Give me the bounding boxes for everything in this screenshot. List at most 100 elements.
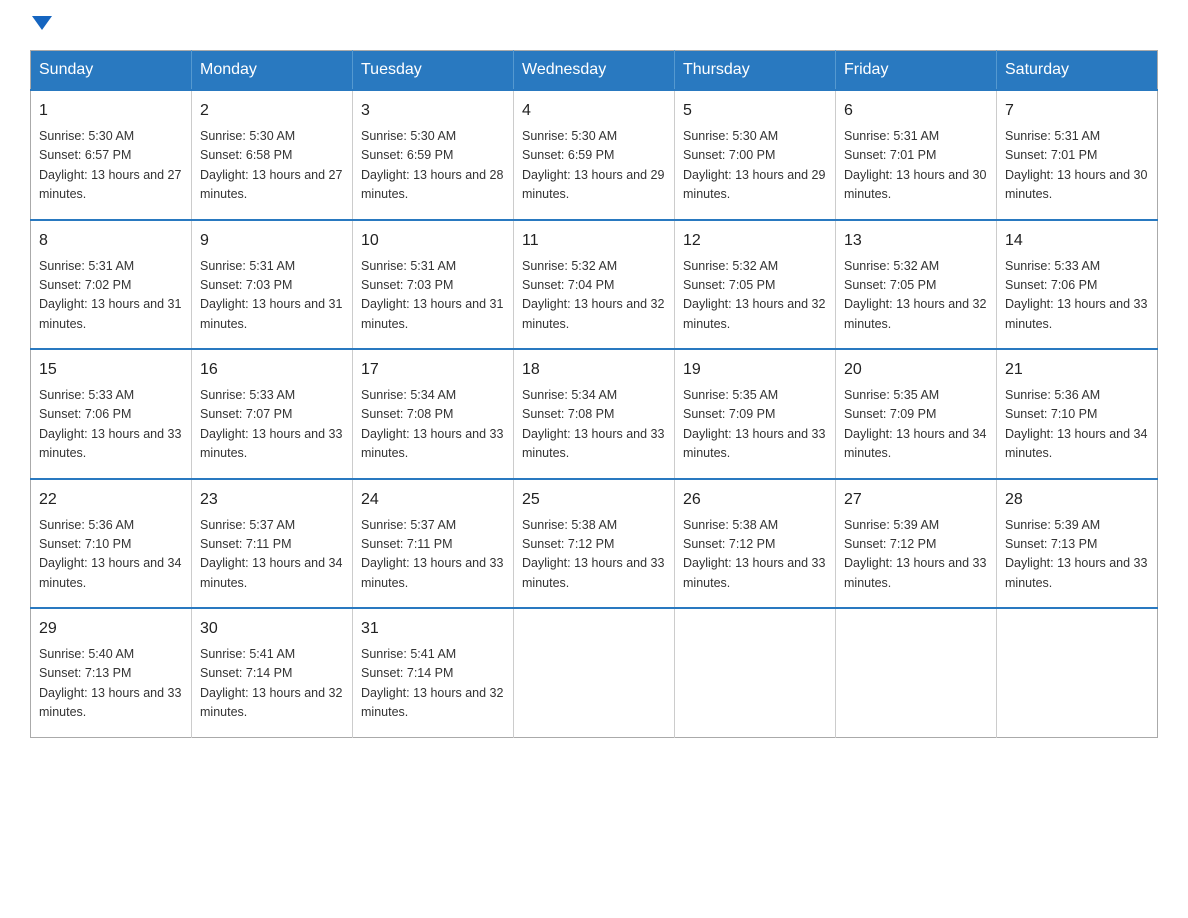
day-info: Sunrise: 5:34 AMSunset: 7:08 PMDaylight:…	[361, 386, 505, 464]
day-info: Sunrise: 5:30 AMSunset: 6:59 PMDaylight:…	[361, 127, 505, 205]
calendar-cell: 26Sunrise: 5:38 AMSunset: 7:12 PMDayligh…	[675, 479, 836, 609]
calendar-header-thursday: Thursday	[675, 51, 836, 91]
day-info: Sunrise: 5:33 AMSunset: 7:07 PMDaylight:…	[200, 386, 344, 464]
day-info: Sunrise: 5:37 AMSunset: 7:11 PMDaylight:…	[200, 516, 344, 594]
calendar-cell: 6 Sunrise: 5:31 AMSunset: 7:01 PMDaylight…	[836, 90, 997, 220]
calendar-header-row: SundayMondayTuesdayWednesdayThursdayFrid…	[31, 51, 1158, 91]
calendar-week-row: 22Sunrise: 5:36 AMSunset: 7:10 PMDayligh…	[31, 479, 1158, 609]
calendar-cell: 23 Sunrise: 5:37 AMSunset: 7:11 PMDayligh…	[192, 479, 353, 609]
calendar-cell: 4 Sunrise: 5:30 AMSunset: 6:59 PMDaylight…	[514, 90, 675, 220]
calendar-cell	[675, 608, 836, 737]
day-info: Sunrise: 5:41 AMSunset: 7:14 PMDaylight:…	[200, 645, 344, 723]
day-number: 15	[39, 358, 183, 382]
day-info: Sunrise: 5:38 AMSunset: 7:12 PMDaylight:…	[683, 516, 827, 594]
day-number: 5	[683, 99, 827, 123]
calendar-cell: 29 Sunrise: 5:40 AMSunset: 7:13 PMDayligh…	[31, 608, 192, 737]
day-number: 29	[39, 617, 183, 641]
calendar-cell	[997, 608, 1158, 737]
calendar-cell	[514, 608, 675, 737]
day-info: Sunrise: 5:40 AMSunset: 7:13 PMDaylight:…	[39, 645, 183, 723]
calendar-week-row: 1Sunrise: 5:30 AMSunset: 6:57 PMDaylight…	[31, 90, 1158, 220]
day-info: Sunrise: 5:30 AMSunset: 7:00 PMDaylight:…	[683, 127, 827, 205]
day-number: 18	[522, 358, 666, 382]
calendar-header-friday: Friday	[836, 51, 997, 91]
day-number: 4	[522, 99, 666, 123]
calendar-cell: 14 Sunrise: 5:33 AMSunset: 7:06 PMDayligh…	[997, 220, 1158, 350]
calendar-cell: 24 Sunrise: 5:37 AMSunset: 7:11 PMDayligh…	[353, 479, 514, 609]
calendar-header-monday: Monday	[192, 51, 353, 91]
calendar-cell: 1Sunrise: 5:30 AMSunset: 6:57 PMDaylight…	[31, 90, 192, 220]
calendar-header-sunday: Sunday	[31, 51, 192, 91]
day-info: Sunrise: 5:34 AMSunset: 7:08 PMDaylight:…	[522, 386, 666, 464]
calendar-week-row: 15Sunrise: 5:33 AMSunset: 7:06 PMDayligh…	[31, 349, 1158, 479]
day-number: 23	[200, 488, 344, 512]
day-number: 31	[361, 617, 505, 641]
day-number: 7	[1005, 99, 1149, 123]
day-info: Sunrise: 5:31 AMSunset: 7:01 PMDaylight:…	[844, 127, 988, 205]
day-info: Sunrise: 5:39 AMSunset: 7:13 PMDaylight:…	[1005, 516, 1149, 594]
day-info: Sunrise: 5:35 AMSunset: 7:09 PMDaylight:…	[683, 386, 827, 464]
calendar-cell: 27Sunrise: 5:39 AMSunset: 7:12 PMDayligh…	[836, 479, 997, 609]
calendar-week-row: 29 Sunrise: 5:40 AMSunset: 7:13 PMDayligh…	[31, 608, 1158, 737]
day-number: 12	[683, 229, 827, 253]
day-number: 25	[522, 488, 666, 512]
calendar-cell: 10Sunrise: 5:31 AMSunset: 7:03 PMDayligh…	[353, 220, 514, 350]
day-number: 22	[39, 488, 183, 512]
day-number: 24	[361, 488, 505, 512]
day-info: Sunrise: 5:38 AMSunset: 7:12 PMDaylight:…	[522, 516, 666, 594]
day-info: Sunrise: 5:33 AMSunset: 7:06 PMDaylight:…	[1005, 257, 1149, 335]
day-info: Sunrise: 5:41 AMSunset: 7:14 PMDaylight:…	[361, 645, 505, 723]
calendar-header-tuesday: Tuesday	[353, 51, 514, 91]
calendar-cell: 19Sunrise: 5:35 AMSunset: 7:09 PMDayligh…	[675, 349, 836, 479]
day-info: Sunrise: 5:30 AMSunset: 6:59 PMDaylight:…	[522, 127, 666, 205]
calendar-cell: 30 Sunrise: 5:41 AMSunset: 7:14 PMDayligh…	[192, 608, 353, 737]
day-number: 28	[1005, 488, 1149, 512]
calendar-cell: 13Sunrise: 5:32 AMSunset: 7:05 PMDayligh…	[836, 220, 997, 350]
calendar-table: SundayMondayTuesdayWednesdayThursdayFrid…	[30, 50, 1158, 738]
calendar-cell: 5 Sunrise: 5:30 AMSunset: 7:00 PMDaylight…	[675, 90, 836, 220]
calendar-cell: 2 Sunrise: 5:30 AMSunset: 6:58 PMDaylight…	[192, 90, 353, 220]
calendar-cell: 9 Sunrise: 5:31 AMSunset: 7:03 PMDaylight…	[192, 220, 353, 350]
day-info: Sunrise: 5:32 AMSunset: 7:04 PMDaylight:…	[522, 257, 666, 335]
day-number: 20	[844, 358, 988, 382]
day-info: Sunrise: 5:31 AMSunset: 7:02 PMDaylight:…	[39, 257, 183, 335]
day-number: 1	[39, 99, 183, 123]
day-number: 17	[361, 358, 505, 382]
day-number: 6	[844, 99, 988, 123]
calendar-cell: 18 Sunrise: 5:34 AMSunset: 7:08 PMDayligh…	[514, 349, 675, 479]
day-number: 30	[200, 617, 344, 641]
day-number: 3	[361, 99, 505, 123]
calendar-cell: 22Sunrise: 5:36 AMSunset: 7:10 PMDayligh…	[31, 479, 192, 609]
calendar-cell: 25 Sunrise: 5:38 AMSunset: 7:12 PMDayligh…	[514, 479, 675, 609]
day-number: 11	[522, 229, 666, 253]
calendar-cell: 11 Sunrise: 5:32 AMSunset: 7:04 PMDayligh…	[514, 220, 675, 350]
calendar-week-row: 8 Sunrise: 5:31 AMSunset: 7:02 PMDaylight…	[31, 220, 1158, 350]
calendar-cell: 3 Sunrise: 5:30 AMSunset: 6:59 PMDaylight…	[353, 90, 514, 220]
day-info: Sunrise: 5:31 AMSunset: 7:01 PMDaylight:…	[1005, 127, 1149, 205]
calendar-cell: 8 Sunrise: 5:31 AMSunset: 7:02 PMDaylight…	[31, 220, 192, 350]
day-info: Sunrise: 5:36 AMSunset: 7:10 PMDaylight:…	[1005, 386, 1149, 464]
day-info: Sunrise: 5:30 AMSunset: 6:58 PMDaylight:…	[200, 127, 344, 205]
calendar-cell: 15Sunrise: 5:33 AMSunset: 7:06 PMDayligh…	[31, 349, 192, 479]
day-number: 14	[1005, 229, 1149, 253]
day-number: 21	[1005, 358, 1149, 382]
day-number: 2	[200, 99, 344, 123]
page-header	[30, 20, 1158, 34]
calendar-cell: 16Sunrise: 5:33 AMSunset: 7:07 PMDayligh…	[192, 349, 353, 479]
calendar-cell: 31 Sunrise: 5:41 AMSunset: 7:14 PMDayligh…	[353, 608, 514, 737]
day-number: 8	[39, 229, 183, 253]
day-info: Sunrise: 5:31 AMSunset: 7:03 PMDaylight:…	[200, 257, 344, 335]
calendar-cell: 12 Sunrise: 5:32 AMSunset: 7:05 PMDayligh…	[675, 220, 836, 350]
calendar-cell: 20 Sunrise: 5:35 AMSunset: 7:09 PMDayligh…	[836, 349, 997, 479]
day-info: Sunrise: 5:35 AMSunset: 7:09 PMDaylight:…	[844, 386, 988, 464]
day-number: 13	[844, 229, 988, 253]
calendar-cell: 17 Sunrise: 5:34 AMSunset: 7:08 PMDayligh…	[353, 349, 514, 479]
logo-arrow-icon	[32, 16, 52, 30]
day-info: Sunrise: 5:32 AMSunset: 7:05 PMDaylight:…	[683, 257, 827, 335]
calendar-cell: 21 Sunrise: 5:36 AMSunset: 7:10 PMDayligh…	[997, 349, 1158, 479]
day-info: Sunrise: 5:37 AMSunset: 7:11 PMDaylight:…	[361, 516, 505, 594]
calendar-cell: 28 Sunrise: 5:39 AMSunset: 7:13 PMDayligh…	[997, 479, 1158, 609]
calendar-header-wednesday: Wednesday	[514, 51, 675, 91]
day-number: 9	[200, 229, 344, 253]
calendar-cell	[836, 608, 997, 737]
